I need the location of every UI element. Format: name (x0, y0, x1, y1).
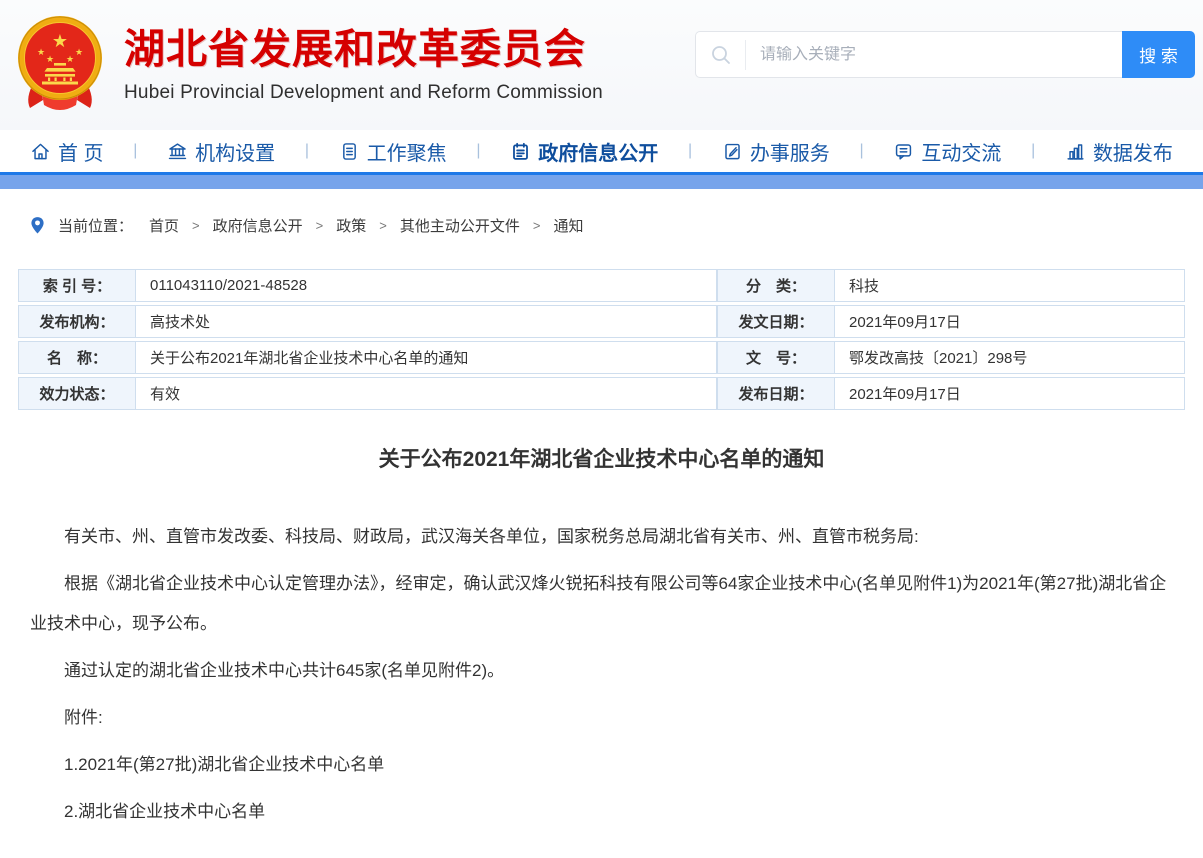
page: ★ ★ ★ ★ ★ 湖北省发展和改革委员会 Hubei Provincial D… (0, 0, 1203, 858)
nav-label: 首 页 (58, 137, 104, 166)
interaction-icon (893, 141, 914, 162)
work-focus-icon (339, 141, 360, 162)
nav-label: 政府信息公开 (538, 137, 658, 166)
breadcrumb-item-home[interactable]: 首页 (149, 215, 179, 236)
meta-label-doc-no: 文 号： (717, 341, 835, 374)
site-titles: 湖北省发展和改革委员会 Hubei Provincial Development… (124, 26, 603, 104)
meta-value-category: 科技 (835, 269, 1185, 302)
services-icon (722, 141, 743, 162)
magnifier-icon (696, 40, 746, 70)
meta-value-publish-date: 2021年09月17日 (835, 377, 1185, 410)
attachment-link-2[interactable]: 2.湖北省企业技术中心名单 (30, 792, 1173, 832)
search-input[interactable] (746, 46, 1122, 64)
svg-text:★: ★ (66, 54, 74, 64)
article-paragraph-recipients: 有关市、州、直管市发改委、科技局、财政局，武汉海关各单位，国家税务总局湖北省有关… (30, 517, 1173, 557)
nav-item-institution[interactable]: 机构设置 (167, 137, 275, 166)
breadcrumb-item-other-public-files[interactable]: 其他主动公开文件 (400, 215, 520, 236)
meta-value-name: 关于公布2021年湖北省企业技术中心名单的通知 (136, 341, 717, 374)
site-title-cn: 湖北省发展和改革委员会 (124, 26, 603, 73)
home-icon (30, 141, 51, 162)
search-button[interactable]: 搜 索 (1122, 31, 1195, 78)
nav-item-home[interactable]: 首 页 (30, 137, 104, 166)
meta-label-issue-date: 发文日期： (717, 305, 835, 338)
nav-item-services[interactable]: 办事服务 (722, 137, 830, 166)
nav-divider: | (305, 142, 309, 160)
meta-label-validity: 效力状态： (18, 377, 136, 410)
nav-item-gov-info[interactable]: 政府信息公开 (510, 137, 658, 166)
nav-item-work-focus[interactable]: 工作聚焦 (339, 137, 447, 166)
nav-item-data-release[interactable]: 数据发布 (1065, 137, 1173, 166)
breadcrumb-separator: > (533, 218, 541, 233)
attachment-link-1[interactable]: 1.2021年(第27批)湖北省企业技术中心名单 (30, 745, 1173, 785)
breadcrumb-separator: > (316, 218, 324, 233)
meta-label-issuing-agency: 发布机构： (18, 305, 136, 338)
nav-label: 机构设置 (195, 137, 275, 166)
table-row: 名 称： 关于公布2021年湖北省企业技术中心名单的通知 文 号： 鄂发改高技〔… (18, 341, 1185, 374)
meta-label-index-no: 索 引 号： (18, 269, 136, 302)
meta-value-index-no: 011043110/2021-48528 (136, 269, 717, 302)
nav-divider: | (476, 142, 480, 160)
breadcrumb-prefix: 当前位置： (58, 215, 133, 236)
table-row: 效力状态： 有效 发布日期： 2021年09月17日 (18, 377, 1185, 410)
document-meta-table: 索 引 号： 011043110/2021-48528 分 类： 科技 发布机构… (18, 266, 1185, 413)
nav-underline-bar (0, 172, 1203, 189)
meta-value-doc-no: 鄂发改高技〔2021〕298号 (835, 341, 1185, 374)
meta-label-name: 名 称： (18, 341, 136, 374)
main-nav: 首 页 | 机构设置 | 工作聚焦 | 政府信息公开 | (0, 130, 1203, 172)
meta-value-validity: 有效 (136, 377, 717, 410)
nav-label: 互动交流 (921, 137, 1001, 166)
nav-divider: | (860, 142, 864, 160)
search-box (695, 31, 1122, 78)
search-bar: 搜 索 (695, 31, 1195, 78)
site-title-en: Hubei Provincial Development and Reform … (124, 82, 603, 104)
location-pin-icon (30, 216, 45, 235)
article-paragraph-attachments-heading: 附件: (30, 698, 1173, 738)
meta-label-category: 分 类： (717, 269, 835, 302)
institution-icon (167, 141, 188, 162)
site-header: ★ ★ ★ ★ ★ 湖北省发展和改革委员会 Hubei Provincial D… (0, 0, 1203, 130)
breadcrumb-item-policy[interactable]: 政策 (336, 215, 366, 236)
svg-text:★: ★ (46, 54, 54, 64)
nav-item-interaction[interactable]: 互动交流 (893, 137, 1001, 166)
article-paragraph-main: 根据《湖北省企业技术中心认定管理办法》，经审定，确认武汉烽火锐拓科技有限公司等6… (30, 564, 1173, 644)
china-national-emblem-icon: ★ ★ ★ ★ ★ (12, 14, 108, 114)
article-paragraph-total: 通过认定的湖北省企业技术中心共计645家(名单见附件2)。 (30, 651, 1173, 691)
nav-divider: | (133, 142, 137, 160)
nav-label: 工作聚焦 (367, 137, 447, 166)
svg-text:★: ★ (75, 47, 83, 57)
nav-divider: | (688, 142, 692, 160)
meta-label-publish-date: 发布日期： (717, 377, 835, 410)
data-release-icon (1065, 141, 1086, 162)
article-title: 关于公布2021年湖北省企业技术中心名单的通知 (0, 443, 1203, 473)
breadcrumb-item-notice[interactable]: 通知 (553, 215, 583, 236)
meta-value-issuing-agency: 高技术处 (136, 305, 717, 338)
breadcrumb: 当前位置： 首页 > 政府信息公开 > 政策 > 其他主动公开文件 > 通知 (30, 215, 1203, 236)
table-row: 索 引 号： 011043110/2021-48528 分 类： 科技 (18, 269, 1185, 302)
article-body: 有关市、州、直管市发改委、科技局、财政局，武汉海关各单位，国家税务总局湖北省有关… (30, 517, 1173, 832)
breadcrumb-separator: > (192, 218, 200, 233)
gov-info-icon (510, 141, 531, 162)
nav-label: 数据发布 (1093, 137, 1173, 166)
nav-label: 办事服务 (750, 137, 830, 166)
breadcrumb-item-gov-info[interactable]: 政府信息公开 (213, 215, 303, 236)
breadcrumb-separator: > (379, 218, 387, 233)
meta-value-issue-date: 2021年09月17日 (835, 305, 1185, 338)
big-star: ★ (52, 31, 68, 51)
nav-divider: | (1031, 142, 1035, 160)
table-row: 发布机构： 高技术处 发文日期： 2021年09月17日 (18, 305, 1185, 338)
svg-text:★: ★ (37, 47, 45, 57)
